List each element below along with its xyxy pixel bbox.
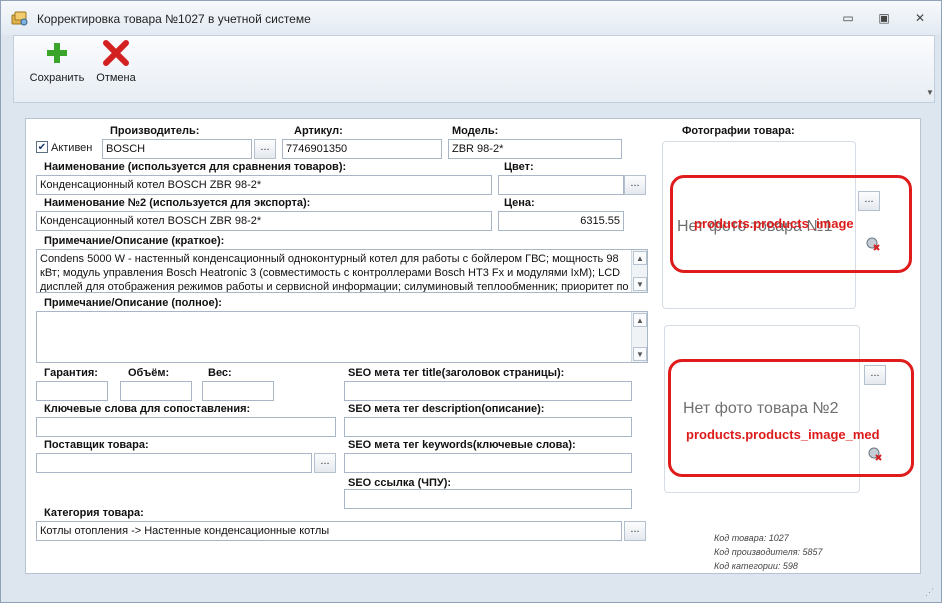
seo-keywords-input[interactable] bbox=[344, 453, 632, 473]
desc-short-label: Примечание/Описание (краткое): bbox=[44, 235, 225, 247]
photo1-field-name: products.products_image bbox=[694, 216, 854, 231]
supplier-input[interactable] bbox=[36, 453, 312, 473]
product-code: Код товара: 1027 bbox=[714, 533, 789, 543]
model-input[interactable]: ZBR 98-2* bbox=[448, 139, 622, 159]
edit-product-window: Корректировка товара №1027 в учетной сис… bbox=[0, 0, 942, 603]
app-icon bbox=[11, 10, 29, 26]
keywords-match-label: Ключевые слова для сопоставления: bbox=[44, 403, 251, 415]
minimize-button[interactable]: ▭ bbox=[839, 11, 857, 25]
scroll-down-icon[interactable]: ▼ bbox=[633, 277, 647, 291]
desc-short-scrollbar[interactable]: ▲ ▼ bbox=[631, 250, 647, 292]
desc-full-scrollbar[interactable]: ▲ ▼ bbox=[631, 312, 647, 362]
color-label: Цвет: bbox=[504, 161, 534, 173]
toolbar-collapse-arrow[interactable]: ▼ bbox=[926, 88, 934, 100]
product-form: Производитель: Артикул: Модель: ✔ Активе… bbox=[25, 118, 921, 574]
seo-description-label: SEO мета тег description(описание): bbox=[348, 403, 545, 415]
desc-full-textarea[interactable]: ▲ ▼ bbox=[36, 311, 648, 363]
article-input[interactable]: 7746901350 bbox=[282, 139, 442, 159]
volume-input[interactable] bbox=[120, 381, 192, 401]
price-label: Цена: bbox=[504, 197, 535, 209]
desc-short-line-2: кВт; модуль управления Bosch Heatronic 3… bbox=[40, 267, 621, 279]
color-browse-button[interactable]: ... bbox=[624, 175, 646, 195]
desc-short-line-3: дисплей для отображения режимов работы и… bbox=[40, 281, 629, 293]
name-input[interactable]: Конденсационный котел BOSCH ZBR 98-2* bbox=[36, 175, 492, 195]
color-input[interactable] bbox=[498, 175, 624, 195]
name2-input[interactable]: Конденсационный котел BOSCH ZBR 98-2* bbox=[36, 211, 492, 231]
cancel-label: Отмена bbox=[96, 72, 136, 84]
save-button[interactable]: Сохранить bbox=[24, 40, 90, 96]
title-bar: Корректировка товара №1027 в учетной сис… bbox=[1, 1, 941, 35]
save-label: Сохранить bbox=[29, 72, 85, 84]
volume-label: Объём: bbox=[128, 367, 170, 379]
supplier-browse-button[interactable]: ... bbox=[314, 453, 336, 473]
article-label: Артикул: bbox=[294, 125, 343, 137]
warranty-input[interactable] bbox=[36, 381, 108, 401]
plus-icon bbox=[47, 43, 67, 63]
restore-button[interactable]: ▣ bbox=[875, 11, 893, 25]
window-title: Корректировка товара №1027 в учетной сис… bbox=[37, 12, 311, 26]
category-input[interactable]: Котлы отопления -> Настенные конденсацио… bbox=[36, 521, 622, 541]
weight-input[interactable] bbox=[202, 381, 274, 401]
x-icon bbox=[103, 40, 129, 66]
active-label: Активен bbox=[51, 142, 93, 154]
manufacturer-label: Производитель: bbox=[110, 125, 200, 137]
name2-label: Наименование №2 (используется для экспор… bbox=[44, 197, 311, 209]
seo-description-input[interactable] bbox=[344, 417, 632, 437]
active-checkbox[interactable]: ✔ bbox=[36, 141, 48, 153]
scroll-down-icon[interactable]: ▼ bbox=[633, 347, 647, 361]
warranty-label: Гарантия: bbox=[44, 367, 98, 379]
supplier-label: Поставщик товара: bbox=[44, 439, 149, 451]
manufacturer-code: Код производителя: 5857 bbox=[714, 547, 823, 557]
photo2-annotation-frame bbox=[668, 359, 914, 477]
toolbar: Сохранить Отмена ▼ bbox=[13, 35, 935, 103]
seo-url-input[interactable] bbox=[344, 489, 632, 509]
cancel-button[interactable]: Отмена bbox=[90, 40, 142, 96]
keywords-match-input[interactable] bbox=[36, 417, 336, 437]
desc-short-line-1: Condens 5000 W - настенный конденсационн… bbox=[40, 253, 619, 265]
close-button[interactable]: ✕ bbox=[911, 11, 929, 25]
seo-title-input[interactable] bbox=[344, 381, 632, 401]
category-label: Категория товара: bbox=[44, 507, 144, 519]
resize-grip-icon[interactable]: ⋰ bbox=[925, 587, 935, 597]
scroll-up-icon[interactable]: ▲ bbox=[633, 313, 647, 327]
category-code: Код категории: 598 bbox=[714, 561, 798, 571]
desc-full-label: Примечание/Описание (полное): bbox=[44, 297, 222, 309]
desc-short-textarea[interactable]: Condens 5000 W - настенный конденсационн… bbox=[36, 249, 648, 293]
seo-url-label: SEO ссылка (ЧПУ): bbox=[348, 477, 452, 489]
photos-label: Фотографии товара: bbox=[682, 125, 795, 137]
scroll-up-icon[interactable]: ▲ bbox=[633, 251, 647, 265]
seo-keywords-label: SEO мета тег keywords(ключевые слова): bbox=[348, 439, 576, 451]
photo2-field-name: products.products_image_med bbox=[686, 427, 880, 442]
price-input[interactable]: 6315.55 bbox=[498, 211, 624, 231]
weight-label: Вес: bbox=[208, 367, 232, 379]
name-label: Наименование (используется для сравнения… bbox=[44, 161, 347, 173]
seo-title-label: SEO мета тег title(заголовок страницы): bbox=[348, 367, 565, 379]
manufacturer-input[interactable]: BOSCH bbox=[102, 139, 252, 159]
manufacturer-browse-button[interactable]: ... bbox=[254, 139, 276, 159]
category-browse-button[interactable]: ... bbox=[624, 521, 646, 541]
model-label: Модель: bbox=[452, 125, 499, 137]
